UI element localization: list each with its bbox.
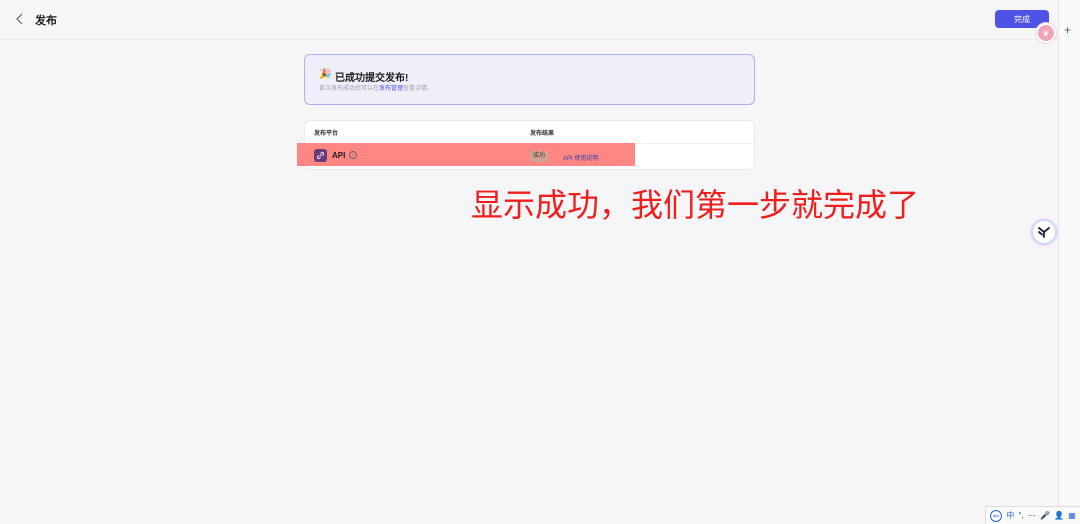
- assistant-button[interactable]: [1031, 219, 1057, 245]
- success-card: 🎉 已成功提交发布! 首次发布成功后可以在发布管理查看详情。: [304, 54, 755, 105]
- top-bar: [0, 0, 1058, 40]
- status-badge: 成功: [530, 151, 549, 162]
- subtitle-text-after: 查看详情。: [403, 86, 434, 92]
- success-subtitle: 首次发布成功后可以在发布管理查看详情。: [319, 83, 433, 92]
- plus-icon[interactable]: +: [1064, 24, 1071, 36]
- api-docs-link[interactable]: API 使用说明: [563, 153, 598, 162]
- ime-logo-icon[interactable]: abc: [990, 509, 1003, 522]
- ime-grid-icon[interactable]: ▦: [1068, 511, 1076, 521]
- platform-name: API: [332, 151, 346, 160]
- publish-management-link[interactable]: 发布管理: [379, 86, 403, 92]
- column-header-result: 发布结果: [530, 131, 555, 137]
- right-side-rail: [1058, 0, 1080, 524]
- ime-language-toggle[interactable]: 中: [1006, 511, 1014, 521]
- ime-user-icon[interactable]: 👤: [1054, 511, 1064, 521]
- ime-more-icon[interactable]: ⋯: [1028, 511, 1036, 521]
- success-title: 已成功提交发布!: [335, 73, 409, 84]
- api-link-icon: [314, 149, 327, 162]
- party-popper-icon: 🎉: [319, 69, 332, 80]
- ime-toolbar: abc 中 °, ⋯ 🎤 👤 ▦: [985, 506, 1080, 524]
- column-header-platform: 发布平台: [314, 131, 339, 137]
- page-title: 发布: [35, 15, 57, 27]
- ime-punctuation-icon[interactable]: °,: [1018, 511, 1023, 521]
- subtitle-text-before: 首次发布成功后可以在: [319, 86, 380, 92]
- assistant-logo-icon: [1038, 227, 1050, 238]
- ime-microphone-icon[interactable]: 🎤: [1040, 511, 1050, 521]
- avatar[interactable]: ❦: [1036, 23, 1056, 43]
- annotation-text: 显示成功，我们第一步就完成了: [471, 187, 920, 223]
- back-arrow-icon[interactable]: [12, 11, 28, 27]
- info-icon[interactable]: i: [349, 151, 357, 159]
